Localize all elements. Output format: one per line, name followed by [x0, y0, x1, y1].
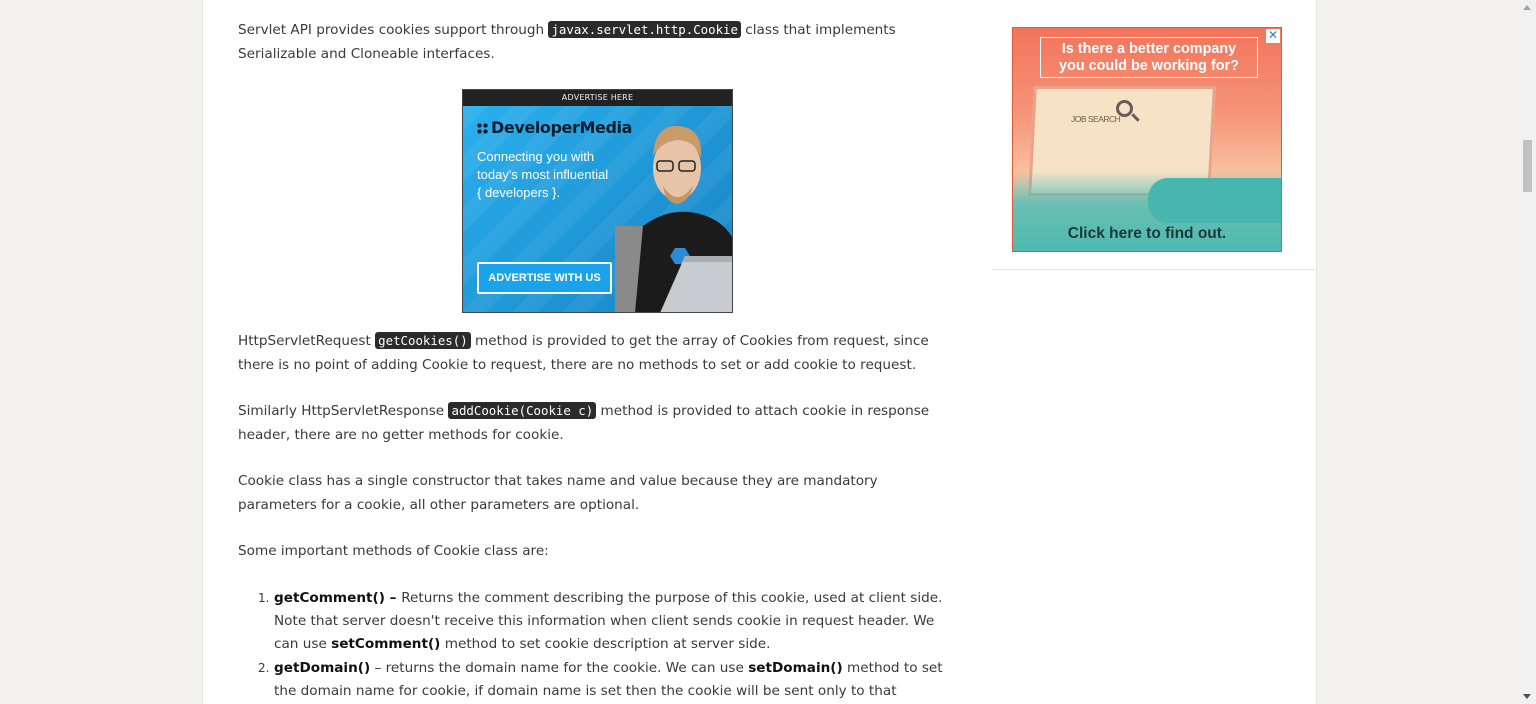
advertise-here-label[interactable]: ADVERTISE HERE: [463, 90, 732, 106]
scroll-up-icon[interactable]: [1523, 5, 1531, 10]
sidebar-divider: [992, 269, 1316, 270]
method-name: getDomain(): [274, 659, 371, 676]
tagline-line: today's most influential: [477, 167, 609, 182]
method-description: method to set cookie description at serv…: [440, 636, 771, 653]
job-search-ad[interactable]: JOB SEARCH Is there a better company you…: [1012, 27, 1282, 252]
scroll-down-icon[interactable]: [1523, 694, 1531, 699]
method-separator: –: [384, 590, 402, 606]
inline-code: getCookies(): [375, 332, 471, 349]
paragraph-text: Similarly HttpServletResponse: [238, 403, 449, 419]
headline-line: Is there a better company: [1061, 41, 1237, 57]
paragraph-getcookies: HttpServletRequest getCookies() method i…: [238, 329, 960, 377]
headline-line: you could be working for?: [1059, 57, 1239, 74]
arm-illustration: [1148, 178, 1281, 223]
method-description: returns the domain name for the cookie. …: [385, 659, 749, 676]
advertise-with-us-button[interactable]: ADVERTISE WITH US: [477, 262, 612, 294]
paragraph-text: HttpServletRequest: [238, 333, 376, 349]
ad-headline: Is there a better company you could be w…: [1040, 37, 1258, 78]
paragraph-cookie-support: Servlet API provides cookies support thr…: [238, 18, 960, 66]
dots-icon: [477, 123, 488, 134]
inline-code: addCookie(Cookie c): [448, 402, 597, 419]
paragraph-text: Servlet API provides cookies support thr…: [238, 22, 549, 38]
ad-tagline: Connecting you with today's most influen…: [477, 148, 627, 202]
close-icon[interactable]: ✕: [1266, 29, 1280, 43]
list-number: 2.: [258, 660, 270, 675]
tagline-line: Connecting you with: [477, 149, 595, 164]
method-reference: setDomain(): [748, 659, 843, 676]
methods-list: 1. getComment() – Returns the comment de…: [258, 587, 958, 704]
method-reference: setComment(): [331, 636, 441, 653]
tagline-line: { developers }.: [477, 185, 561, 200]
method-separator: –: [370, 659, 386, 676]
job-search-text: JOB SEARCH: [1071, 114, 1121, 124]
list-item: 1. getComment() – Returns the comment de…: [258, 587, 958, 657]
paragraph-constructor: Cookie class has a single constructor th…: [238, 473, 878, 513]
developer-illustration: [615, 125, 732, 312]
brand-name: DeveloperMedia: [491, 118, 632, 137]
paragraph-methods-intro: Some important methods of Cookie class a…: [238, 543, 549, 559]
scrollbar[interactable]: [1519, 0, 1536, 704]
find-out-link[interactable]: Click here to find out.: [1013, 225, 1281, 243]
paragraph-addcookie: Similarly HttpServletResponse addCookie(…: [238, 399, 960, 447]
method-name: getComment(): [274, 590, 385, 606]
list-item: 2. getDomain() – returns the domain name…: [258, 657, 958, 704]
scroll-thumb[interactable]: [1523, 140, 1532, 192]
list-number: 1.: [258, 591, 270, 605]
developermedia-ad[interactable]: ADVERTISE HERE DeveloperMedia Connecting…: [462, 89, 733, 313]
developermedia-logo: DeveloperMedia: [477, 118, 632, 137]
inline-code: javax.servlet.http.Cookie: [548, 21, 741, 38]
magnifier-icon: [1116, 100, 1133, 117]
